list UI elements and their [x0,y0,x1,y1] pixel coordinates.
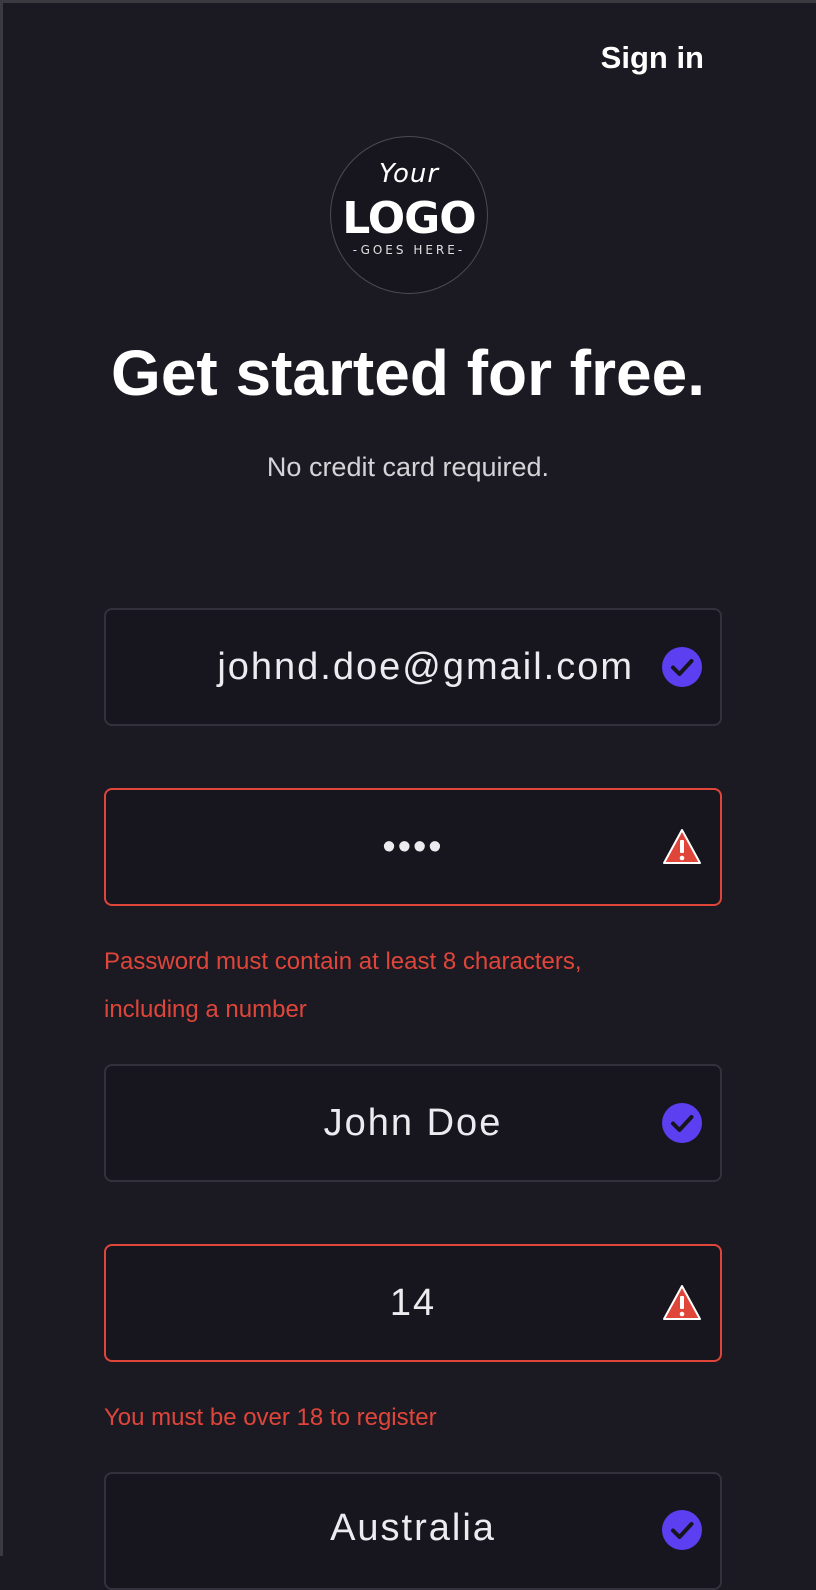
warning-triangle-icon [663,1285,701,1320]
page-title: Get started for free. [111,337,705,409]
email-field[interactable]: johnd.doe@gmail.com [104,608,722,726]
age-value: 14 [389,1281,437,1324]
age-field[interactable]: 14 [104,1244,722,1362]
check-circle-icon [662,647,702,687]
window-frame-top [0,0,816,3]
page-subtitle: No credit card required. [266,452,550,482]
age-error: You must be over 18 to register [104,1404,437,1431]
password-field[interactable]: •••• [104,788,722,906]
password-error: Password must contain at least 8 charact… [104,948,582,1023]
country-field[interactable]: Australia [104,1472,722,1590]
logo-line1: Your [378,159,440,189]
logo-line2: LOGO [342,193,476,244]
password-value: •••• [382,825,444,868]
name-value: John Doe [323,1101,503,1144]
email-value: johnd.doe@gmail.com [217,645,634,688]
name-field[interactable]: John Doe [104,1064,722,1182]
check-circle-icon [662,1103,702,1143]
sign-in-link[interactable]: Sign in [601,40,704,76]
window-frame-left [0,0,3,1556]
logo-line3: -GOES HERE- [352,243,466,257]
country-value: Australia [330,1506,496,1549]
logo: Your LOGO -GOES HERE- [330,136,488,294]
warning-triangle-icon [663,829,701,864]
check-circle-icon [662,1510,702,1550]
